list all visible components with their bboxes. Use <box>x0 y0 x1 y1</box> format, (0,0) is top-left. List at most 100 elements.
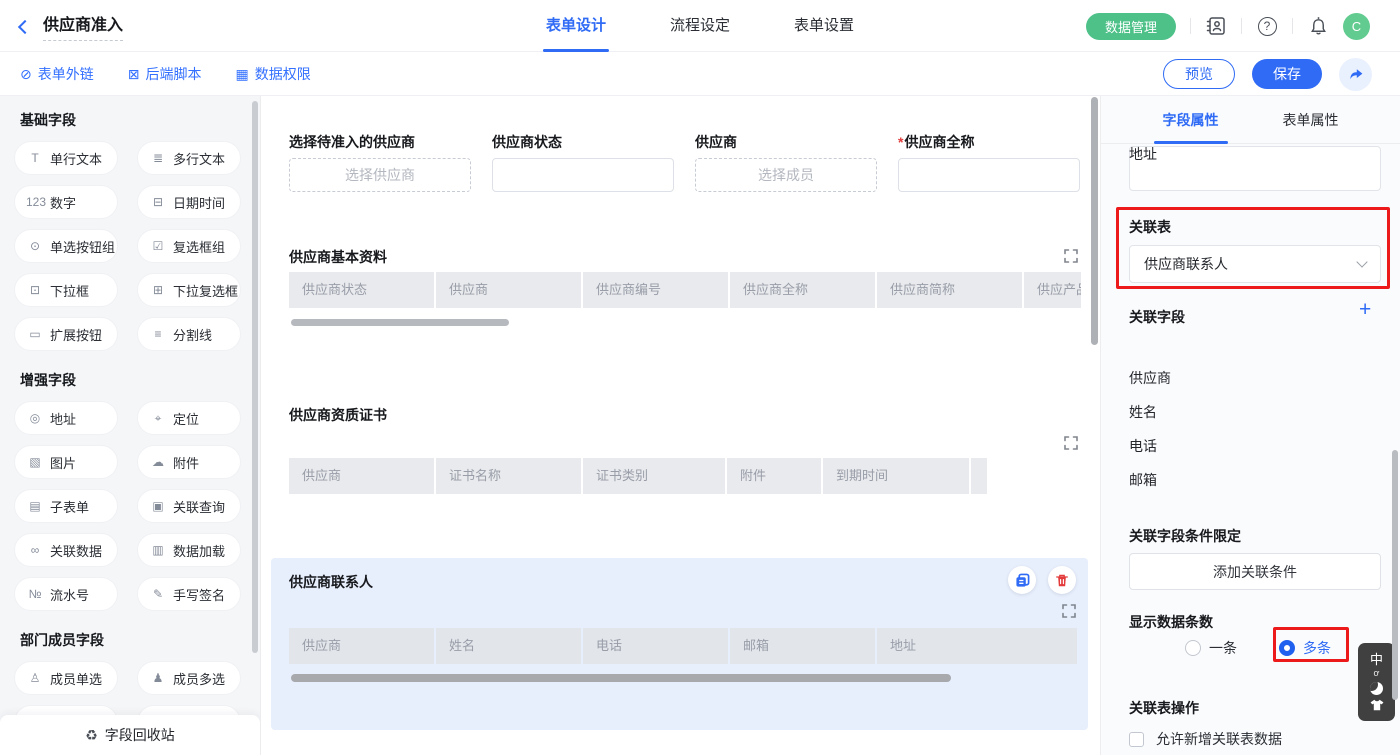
moon-icon[interactable] <box>1370 682 1383 695</box>
field-type-button[interactable]: 123 数字 <box>14 185 118 219</box>
field-type-label: 流水号 <box>50 585 89 604</box>
field-type-button[interactable]: ⌖ 定位 <box>137 401 241 435</box>
data-permission-link[interactable]: ▦ 数据权限 <box>235 64 310 84</box>
field-type-button[interactable]: ♙ 成员单选 <box>14 661 118 695</box>
related-field-item[interactable]: 供应商 <box>1129 368 1171 388</box>
field-supplier[interactable]: 供应商 选择成员 <box>695 132 877 192</box>
link-icon: ⊘ <box>20 66 32 83</box>
field-type-button[interactable]: ≣ 多行文本 <box>137 141 241 175</box>
page-title: 供应商准入 <box>43 11 123 41</box>
allow-add-related-row[interactable]: 允许新增关联表数据 <box>1129 729 1282 749</box>
radio-multiple[interactable]: 多条 <box>1279 638 1331 658</box>
canvas-scrollbar[interactable] <box>1091 97 1098 345</box>
subtable-column-header: 供应产品 <box>1024 272 1081 308</box>
related-field-item[interactable]: 电话 <box>1129 436 1157 456</box>
field-type-button[interactable]: ▭ 扩展按钮 <box>14 317 118 351</box>
radio-icon-selected <box>1279 640 1295 656</box>
field-supplier-status[interactable]: 供应商状态 <box>492 132 674 192</box>
sidebar-scrollbar[interactable] <box>252 101 258 653</box>
back-icon[interactable] <box>18 19 32 33</box>
member-picker-input[interactable]: 选择成员 <box>695 158 877 192</box>
field-type-button[interactable]: ◎ 地址 <box>14 401 118 435</box>
share-button[interactable] <box>1339 58 1372 91</box>
checkbox-icon <box>1129 732 1144 747</box>
subtable-basic-info-hscrollbar[interactable] <box>291 319 509 326</box>
field-recycle-bin[interactable]: ♻ 字段回收站 <box>0 715 260 755</box>
field-type-icon: ♟ <box>149 671 167 685</box>
expand-icon[interactable] <box>1062 604 1076 618</box>
radio-single[interactable]: 一条 <box>1185 638 1237 658</box>
notification-bell-icon[interactable] <box>1307 15 1329 37</box>
field-type-button[interactable]: ▣ 关联查询 <box>137 489 241 523</box>
backend-script-link[interactable]: ⊠ 后端脚本 <box>128 64 202 84</box>
related-field-item[interactable]: 姓名 <box>1129 402 1157 422</box>
field-type-button[interactable]: ☑ 复选框组 <box>137 229 241 263</box>
subtable-contacts-hscrollbar[interactable] <box>291 674 951 682</box>
ime-floating-bar[interactable]: 中 ơ <box>1358 643 1395 721</box>
tab-form-setting[interactable]: 表单设置 <box>794 0 854 52</box>
field-type-label: 附件 <box>173 453 199 472</box>
supplier-status-input[interactable] <box>492 158 674 192</box>
add-field-icon[interactable]: + <box>1359 300 1371 320</box>
expand-icon[interactable] <box>1064 436 1078 450</box>
save-button[interactable]: 保存 <box>1252 59 1322 89</box>
related-field-item[interactable]: 地址 <box>1129 144 1157 164</box>
field-type-button[interactable]: ☁ 附件 <box>137 445 241 479</box>
panel-scrollbar[interactable] <box>1392 450 1398 700</box>
field-type-label: 关联查询 <box>173 497 225 516</box>
tab-form-design[interactable]: 表单设计 <box>546 0 606 52</box>
field-select-supplier[interactable]: 选择待准入的供应商 选择供应商 <box>289 132 471 192</box>
field-type-label: 下拉复选框 <box>173 281 238 300</box>
share-icon <box>1348 66 1364 82</box>
form-external-link[interactable]: ⊘ 表单外链 <box>20 64 94 84</box>
field-type-button[interactable]: № 流水号 <box>14 577 118 611</box>
duplicate-button[interactable] <box>1008 566 1036 594</box>
subtable-column-header: 证书名称 <box>436 458 581 494</box>
field-type-label: 单行文本 <box>50 149 102 168</box>
display-count-label: 显示数据条数 <box>1129 612 1213 632</box>
shirt-skin-icon[interactable] <box>1370 699 1384 711</box>
field-type-button[interactable]: ▧ 图片 <box>14 445 118 479</box>
subtable-contacts-card-selected[interactable]: 供应商联系人 <box>271 558 1088 730</box>
related-table-select[interactable]: 供应商联系人 <box>1129 245 1381 283</box>
subtable-certificates-header: 供应商 证书名称 证书类别 附件 到期时间 <box>289 458 987 494</box>
add-condition-button[interactable]: 添加关联条件 <box>1129 553 1381 590</box>
field-type-button[interactable]: ≡ 分割线 <box>137 317 241 351</box>
field-type-button[interactable]: ▤ 子表单 <box>14 489 118 523</box>
help-icon[interactable]: ? <box>1256 15 1278 37</box>
field-type-button[interactable]: ⊟ 日期时间 <box>137 185 241 219</box>
field-type-button[interactable]: ⊙ 单选按钮组 <box>14 229 118 263</box>
field-type-button[interactable]: ⊡ 下拉框 <box>14 273 118 307</box>
field-type-button[interactable]: ♟ 成员多选 <box>137 661 241 695</box>
field-type-button[interactable]: T 单行文本 <box>14 141 118 175</box>
field-type-button[interactable]: ⊞ 下拉复选框 <box>137 273 241 307</box>
form-canvas: 选择待准入的供应商 选择供应商 供应商状态 供应商 选择成员 *供应商全称 供应… <box>260 96 1100 755</box>
subtable-column-header: 供应商状态 <box>289 272 434 308</box>
related-table-value: 供应商联系人 <box>1144 254 1228 274</box>
field-title-input[interactable] <box>1129 146 1381 191</box>
expand-icon[interactable] <box>1064 249 1078 263</box>
backend-script-label: 后端脚本 <box>145 64 201 84</box>
related-field-item[interactable]: 邮箱 <box>1129 470 1157 490</box>
field-supplier-fullname[interactable]: *供应商全称 <box>898 132 1080 192</box>
delete-button[interactable] <box>1048 566 1076 594</box>
field-type-button[interactable]: ∞ 关联数据 <box>14 533 118 567</box>
subtable-title-certificates: 供应商资质证书 <box>289 405 387 425</box>
contacts-icon[interactable] <box>1205 15 1227 37</box>
tab-flow-setting[interactable]: 流程设定 <box>670 0 730 52</box>
radio-multiple-label: 多条 <box>1303 638 1331 658</box>
field-type-button[interactable]: ✎ 手写签名 <box>137 577 241 611</box>
ime-language-mode[interactable]: 中 <box>1370 653 1383 667</box>
canvas-field-row: 选择待准入的供应商 选择供应商 供应商状态 供应商 选择成员 *供应商全称 <box>289 132 1080 192</box>
supplier-picker-input[interactable]: 选择供应商 <box>289 158 471 192</box>
user-avatar[interactable]: C <box>1343 13 1370 40</box>
supplier-fullname-input[interactable] <box>898 158 1080 192</box>
tab-field-properties[interactable]: 字段属性 <box>1163 96 1219 144</box>
subtable-title-contacts: 供应商联系人 <box>289 572 373 592</box>
ime-status-icon[interactable]: ơ <box>1374 669 1380 678</box>
field-type-button[interactable]: ▥ 数据加载 <box>137 533 241 567</box>
tab-form-properties[interactable]: 表单属性 <box>1283 96 1339 144</box>
preview-button[interactable]: 预览 <box>1163 59 1235 89</box>
app-body: 基础字段 T 单行文本 ≣ 多行文本 123 数字 <box>0 96 1400 755</box>
data-manage-button[interactable]: 数据管理 <box>1086 13 1176 40</box>
